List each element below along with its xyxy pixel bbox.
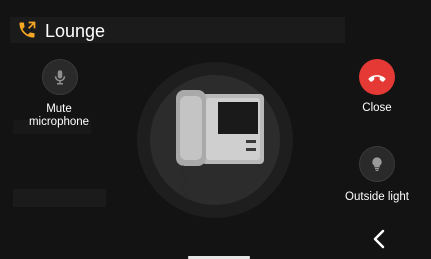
incoming-call-icon (19, 21, 36, 38)
chevron-left-icon (373, 229, 385, 249)
microphone-icon (54, 70, 66, 85)
hang-up-icon (368, 75, 386, 82)
mute-microphone-button[interactable] (42, 59, 78, 95)
close-call-button[interactable] (359, 59, 395, 95)
mute-microphone-label: Mute microphone (28, 103, 90, 128)
left-panel-placeholder-bottom (13, 189, 106, 207)
outside-light-label: Outside light (345, 191, 409, 203)
back-button[interactable] (368, 228, 390, 250)
close-label: Close (362, 102, 392, 114)
page-title: Lounge (45, 21, 106, 41)
light-bulb-icon (372, 157, 382, 171)
outside-light-button[interactable] (359, 146, 395, 182)
intercom-phone-icon (176, 90, 264, 198)
